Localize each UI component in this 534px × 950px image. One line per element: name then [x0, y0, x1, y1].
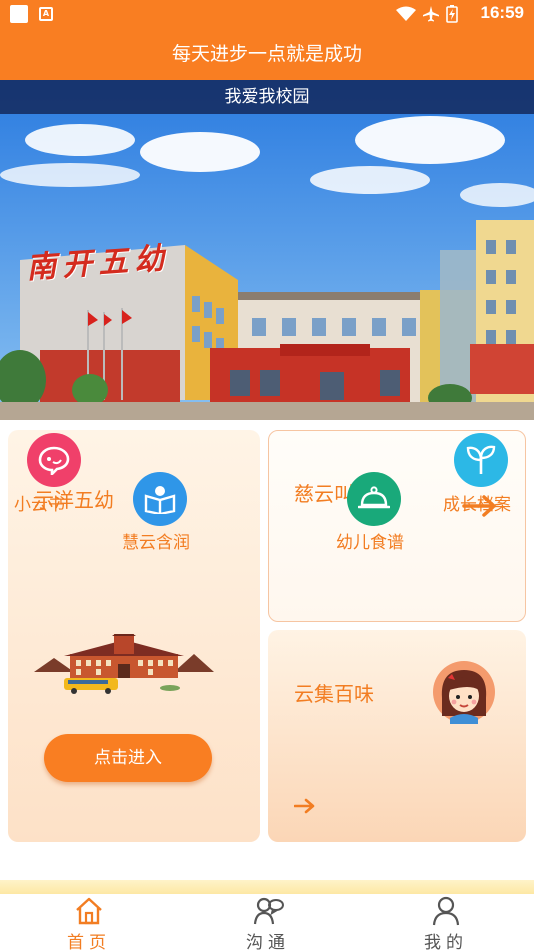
enter-button[interactable]: 点击进入 — [44, 734, 212, 782]
arrow-right-small-icon[interactable] — [294, 798, 316, 814]
notification-badge-icon: A — [39, 7, 53, 21]
girl-avatar — [433, 661, 495, 724]
menu-label-growth: 成长档案 — [443, 495, 511, 515]
book-reading-icon[interactable] — [133, 472, 187, 526]
person-icon — [432, 896, 460, 926]
bottom-tab-bar: 首页 沟通 我的 — [0, 894, 534, 950]
menu-label-recipe: 幼儿食谱 — [336, 533, 404, 553]
home-icon — [76, 897, 102, 925]
tab-home[interactable]: 首页 — [29, 894, 149, 950]
food-cloche-icon[interactable] — [347, 472, 401, 526]
menu-label-xiaoyunshu: 小云书 — [14, 495, 65, 515]
tab-communicate-label: 沟通 — [246, 933, 290, 950]
card-right-bottom-title: 云集百味 — [294, 682, 374, 706]
tab-home-label: 首页 — [67, 933, 111, 950]
screen: A 16:59 每天进步一点就是成功 南开五幼 我爱我校园 示洋五幼 点击进入 … — [0, 0, 534, 950]
status-time: 16:59 — [480, 3, 524, 22]
wifi-icon — [396, 6, 416, 21]
banner-caption: 我爱我校园 — [0, 80, 534, 114]
people-chat-icon — [253, 897, 284, 925]
chat-bubble-icon[interactable] — [27, 433, 81, 487]
page-title: 每天进步一点就是成功 — [0, 28, 534, 80]
airplane-icon — [423, 6, 439, 22]
notification-square-icon — [10, 5, 28, 23]
status-icons — [396, 4, 458, 24]
school-illustration — [34, 634, 214, 694]
status-bar: A 16:59 — [0, 0, 534, 28]
tab-mine-label: 我的 — [424, 933, 468, 950]
card-right-top-title: 慈云叫 — [294, 482, 354, 506]
battery-icon — [446, 5, 458, 23]
divider-strip — [0, 880, 534, 894]
tab-mine[interactable]: 我的 — [386, 894, 506, 950]
tab-communicate[interactable]: 沟通 — [208, 894, 328, 950]
sprout-icon[interactable] — [454, 433, 508, 487]
school-banner[interactable]: 南开五幼 我爱我校园 — [0, 80, 534, 428]
menu-label-huiyun: 慧云含润 — [122, 533, 190, 553]
